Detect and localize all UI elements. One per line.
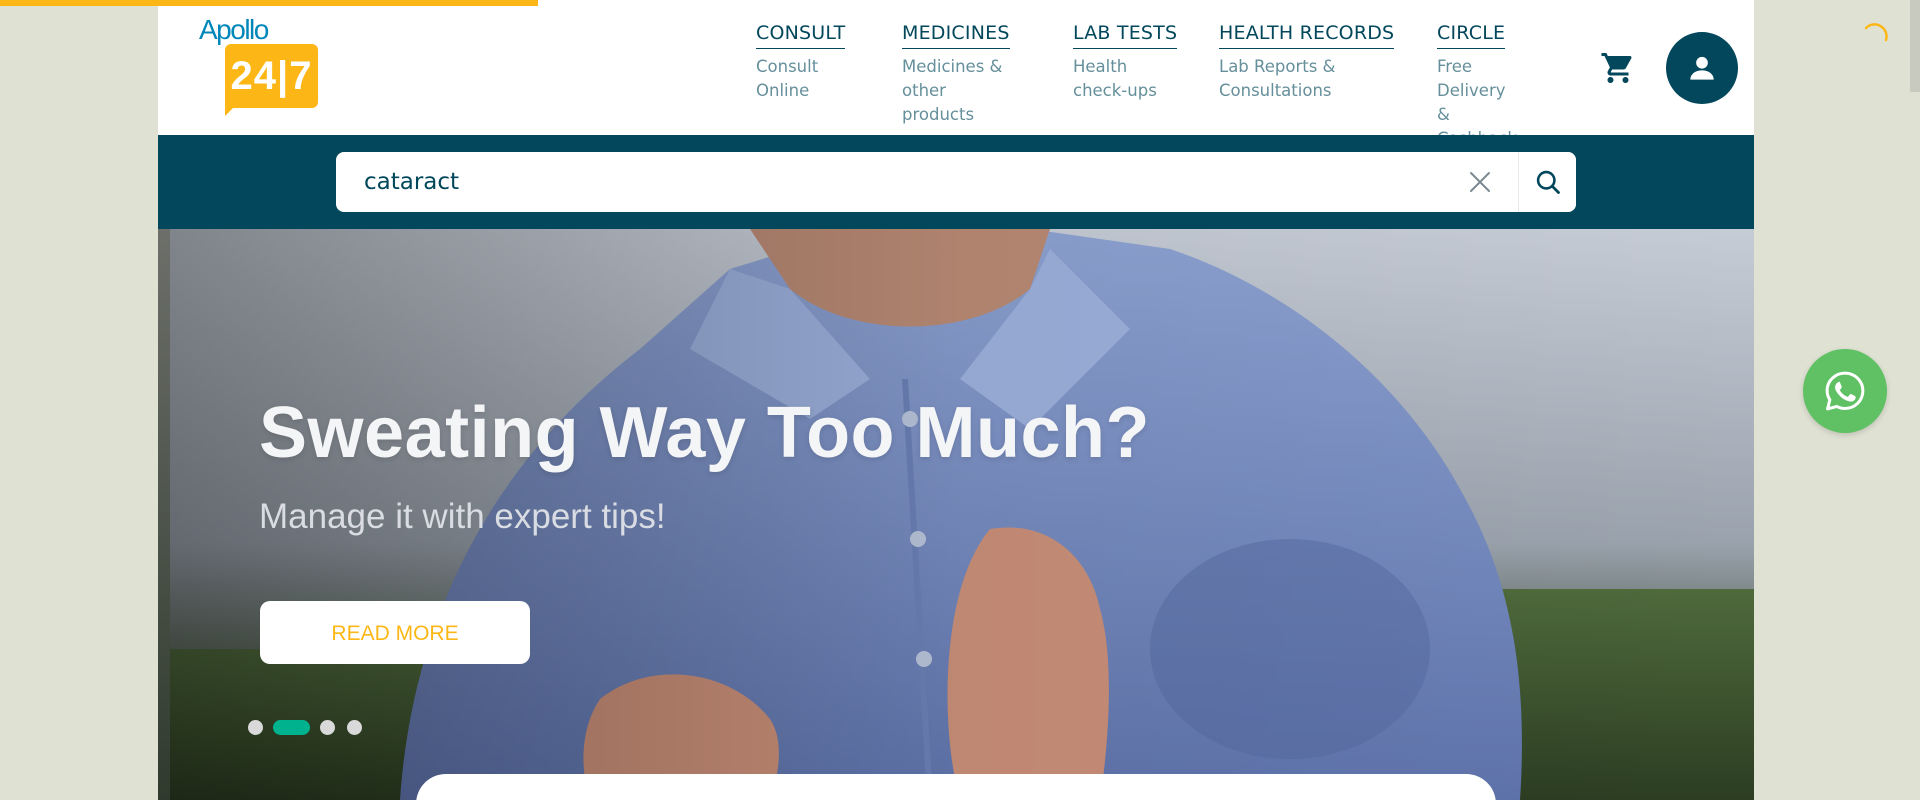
user-profile-button[interactable] bbox=[1666, 32, 1738, 104]
carousel-dot-1[interactable] bbox=[248, 720, 263, 735]
nav-title: CIRCLE bbox=[1437, 22, 1506, 49]
hero-subtitle: Manage it with expert tips! bbox=[259, 497, 666, 536]
page-frame: Apollo 24|7 CONSULT Consult Online MEDIC… bbox=[158, 0, 1754, 800]
nav-title: MEDICINES bbox=[902, 22, 1010, 49]
search-input[interactable] bbox=[336, 152, 1456, 212]
nav-subtitle: Lab Reports & Consultations bbox=[1219, 57, 1336, 100]
nav-item-circle[interactable]: CIRCLE Free Delivery & Cashback bbox=[1437, 22, 1517, 151]
nav-title: CONSULT bbox=[756, 22, 846, 49]
search-box bbox=[336, 152, 1576, 212]
logo-wordmark: Apollo bbox=[199, 14, 269, 45]
nav-subtitle: Consult Online bbox=[756, 57, 819, 100]
bottom-card bbox=[416, 774, 1496, 800]
spinner-icon bbox=[1862, 22, 1890, 50]
cart-icon[interactable] bbox=[1600, 50, 1636, 86]
page-load-progress-bar bbox=[0, 0, 538, 6]
nav-item-consult[interactable]: CONSULT Consult Online bbox=[756, 22, 846, 103]
nav-item-medicines[interactable]: MEDICINES Medicines & other products bbox=[902, 22, 1010, 127]
carousel-dot-2[interactable] bbox=[273, 720, 310, 735]
carousel-dot-3[interactable] bbox=[320, 720, 335, 735]
search-button[interactable] bbox=[1518, 152, 1576, 212]
carousel-dot-4[interactable] bbox=[347, 720, 362, 735]
nav-item-lab-tests[interactable]: LAB TESTS Health check-ups bbox=[1073, 22, 1178, 103]
search-icon bbox=[1536, 170, 1560, 194]
nav-title: LAB TESTS bbox=[1073, 22, 1178, 49]
whatsapp-icon bbox=[1825, 371, 1865, 411]
user-icon bbox=[1690, 56, 1714, 80]
nav-subtitle: Medicines & other products bbox=[902, 57, 1003, 124]
search-band bbox=[158, 135, 1754, 229]
logo-badge: 24|7 bbox=[225, 44, 318, 108]
nav-item-health-records[interactable]: HEALTH RECORDS Lab Reports & Consultatio… bbox=[1219, 22, 1395, 103]
nav-title: HEALTH RECORDS bbox=[1219, 22, 1395, 49]
close-icon[interactable] bbox=[1468, 170, 1492, 194]
read-more-button[interactable]: READ MORE bbox=[260, 601, 530, 664]
whatsapp-chat-button[interactable] bbox=[1803, 349, 1887, 433]
nav-subtitle: Health check-ups bbox=[1073, 57, 1157, 100]
scrollbar-thumb[interactable] bbox=[1910, 0, 1920, 92]
hero-banner: Sweating Way Too Much? Manage it with ex… bbox=[158, 229, 1754, 800]
hero-title: Sweating Way Too Much? bbox=[259, 393, 1150, 473]
previous-slide-edge bbox=[158, 229, 170, 800]
site-header: Apollo 24|7 CONSULT Consult Online MEDIC… bbox=[158, 0, 1754, 148]
apollo-247-logo[interactable]: Apollo 24|7 bbox=[199, 16, 319, 116]
